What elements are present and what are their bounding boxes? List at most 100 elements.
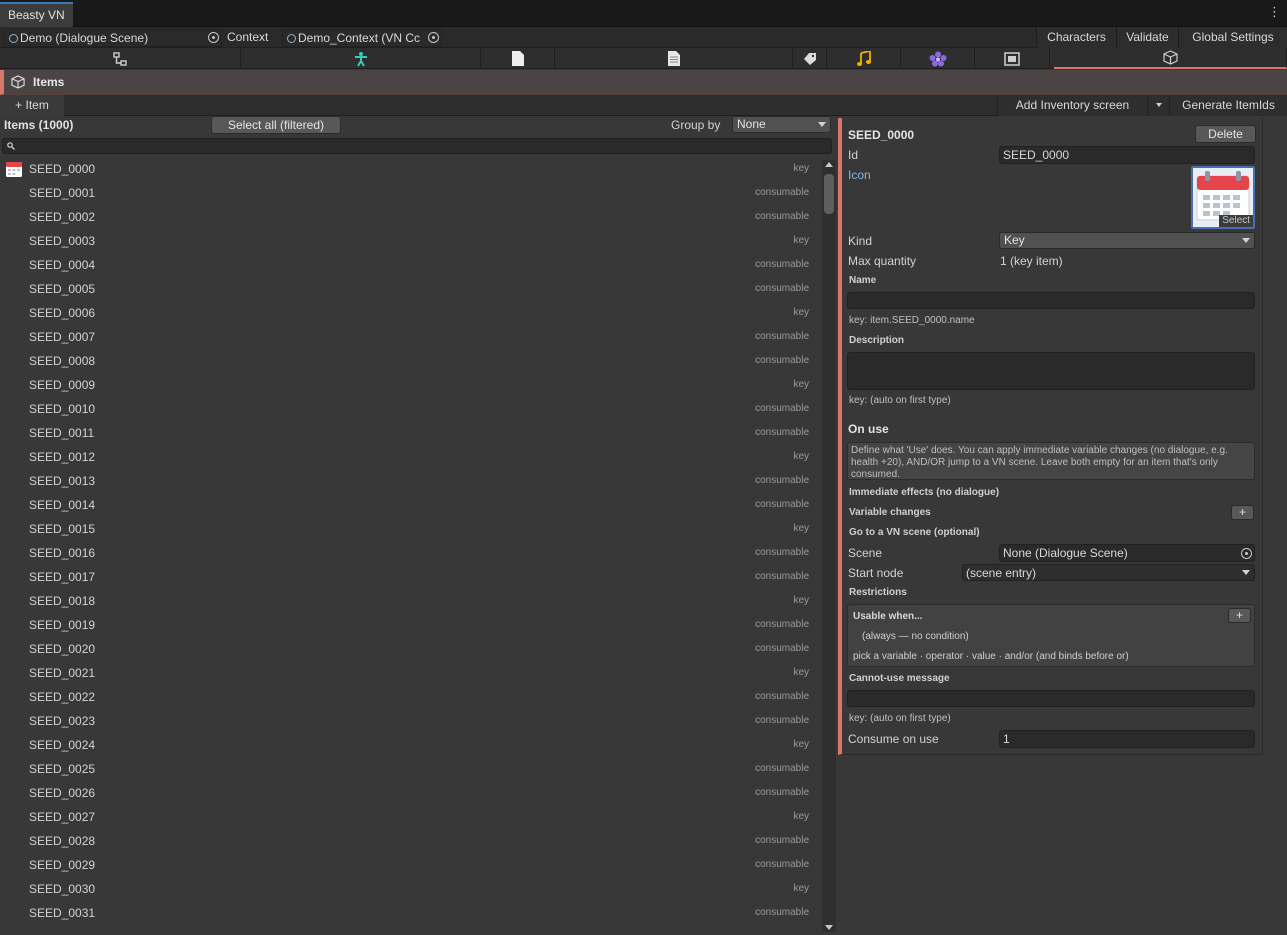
generate-itemids-button[interactable]: Generate ItemIds (1169, 95, 1287, 116)
goto-scene-label: Go to a VN scene (optional) (849, 527, 980, 538)
description-key-hint: key: (auto on first type) (849, 395, 951, 406)
list-item[interactable]: SEED_0005 consumable (0, 277, 822, 301)
tab-items[interactable] (1054, 48, 1287, 69)
items-section-header: Items (0, 70, 1287, 95)
name-field[interactable] (847, 292, 1255, 309)
top-toolbar: Demo (Dialogue Scene) Context Demo_Conte… (0, 27, 1287, 48)
tab-tags[interactable] (793, 48, 827, 69)
item-name: SEED_0023 (29, 714, 96, 728)
consume-on-use-label: Consume on use (848, 732, 939, 746)
window-titlebar: Beasty VN ⋮ (0, 0, 1287, 27)
window-tab[interactable]: Beasty VN (0, 2, 73, 27)
editor-tabbar (0, 48, 1287, 69)
list-item[interactable]: SEED_0021 key (0, 661, 822, 685)
item-kind: consumable (755, 787, 809, 798)
item-kind: key (793, 379, 809, 390)
start-node-dropdown[interactable]: (scene entry) (962, 564, 1255, 581)
list-item[interactable]: SEED_0022 consumable (0, 685, 822, 709)
item-name: SEED_0011 (29, 426, 95, 440)
item-name: SEED_0030 (29, 882, 96, 896)
add-inventory-screen-button[interactable]: Add Inventory screen (997, 95, 1147, 116)
item-name: SEED_0004 (29, 258, 96, 272)
kind-dropdown[interactable]: Key (999, 232, 1255, 249)
item-kind: consumable (755, 619, 809, 630)
list-item[interactable]: SEED_0006 key (0, 301, 822, 325)
items-scrollbar[interactable] (822, 160, 836, 932)
list-item[interactable]: SEED_0003 key (0, 229, 822, 253)
scene-label: Scene (848, 546, 883, 560)
context-object-field[interactable]: Demo_Context (VN Cc (282, 29, 442, 47)
items-count-label: Items (1000) (4, 118, 74, 132)
group-by-dropdown[interactable]: None (732, 116, 831, 133)
item-name: SEED_0026 (29, 786, 96, 800)
document-icon (667, 51, 680, 66)
list-item[interactable]: SEED_0018 key (0, 589, 822, 613)
list-item[interactable]: SEED_0016 consumable (0, 541, 822, 565)
list-item[interactable]: SEED_0017 consumable (0, 565, 822, 589)
id-field[interactable]: SEED_0000 (999, 146, 1255, 164)
scroll-up-arrow-icon[interactable] (825, 162, 833, 167)
search-input[interactable] (2, 138, 832, 154)
add-variable-change-button[interactable]: + (1231, 505, 1254, 520)
item-name: SEED_0007 (29, 330, 96, 344)
list-item[interactable]: SEED_0027 key (0, 805, 822, 829)
tab-effects[interactable] (901, 48, 975, 69)
characters-button[interactable]: Characters (1036, 27, 1116, 48)
list-item[interactable]: SEED_0012 key (0, 445, 822, 469)
tab-audio[interactable] (827, 48, 901, 69)
list-item[interactable]: SEED_0028 consumable (0, 829, 822, 853)
scene-object-field[interactable]: None (Dialogue Scene) (999, 544, 1255, 562)
list-item[interactable]: SEED_0010 consumable (0, 397, 822, 421)
select-all-filtered-button[interactable]: Select all (filtered) (211, 116, 341, 134)
tab-characters[interactable] (241, 48, 481, 69)
list-item[interactable]: SEED_0026 consumable (0, 781, 822, 805)
list-item[interactable]: SEED_0025 consumable (0, 757, 822, 781)
item-name: SEED_0019 (29, 618, 96, 632)
list-item[interactable]: SEED_0004 consumable (0, 253, 822, 277)
description-field[interactable] (847, 352, 1255, 390)
tab-pages[interactable] (481, 48, 555, 69)
scene-picker-icon[interactable] (1241, 548, 1252, 559)
list-item[interactable]: SEED_0014 consumable (0, 493, 822, 517)
list-item[interactable]: SEED_0019 consumable (0, 613, 822, 637)
list-item[interactable]: SEED_0008 consumable (0, 349, 822, 373)
list-item[interactable]: SEED_0015 key (0, 517, 822, 541)
add-item-button[interactable]: + Item (0, 95, 64, 116)
scrollbar-thumb[interactable] (824, 174, 834, 214)
tab-graph[interactable] (0, 48, 241, 69)
list-item[interactable]: SEED_0000 key (0, 157, 822, 181)
restrictions-label: Restrictions (849, 587, 907, 598)
list-item[interactable]: SEED_0009 key (0, 373, 822, 397)
item-kind: key (793, 307, 809, 318)
list-item[interactable]: SEED_0002 consumable (0, 205, 822, 229)
inventory-screen-dropdown[interactable] (1147, 95, 1169, 116)
list-item[interactable]: SEED_0001 consumable (0, 181, 822, 205)
item-name: SEED_0009 (29, 378, 96, 392)
object-picker-icon[interactable] (208, 32, 219, 43)
list-item[interactable]: SEED_0023 consumable (0, 709, 822, 733)
list-item[interactable]: SEED_0031 consumable (0, 901, 822, 925)
list-item[interactable]: SEED_0020 consumable (0, 637, 822, 661)
context-picker-icon[interactable] (428, 32, 439, 43)
cannot-use-field[interactable] (847, 690, 1255, 707)
icon-select-label[interactable]: Select (1219, 215, 1253, 227)
consume-on-use-field[interactable]: 1 (999, 730, 1255, 748)
scene-object-field[interactable]: Demo (Dialogue Scene) (4, 29, 222, 47)
list-item[interactable]: SEED_0024 key (0, 733, 822, 757)
icon-preview[interactable]: Select (1191, 166, 1255, 229)
more-options-icon[interactable]: ⋮ (1268, 5, 1281, 18)
tab-screens[interactable] (975, 48, 1050, 69)
list-item[interactable]: SEED_0029 consumable (0, 853, 822, 877)
list-item[interactable]: SEED_0007 consumable (0, 325, 822, 349)
global-settings-button[interactable]: Global Settings (1178, 27, 1287, 48)
tab-documents[interactable] (555, 48, 793, 69)
box-icon (1162, 50, 1178, 65)
list-item[interactable]: SEED_0013 consumable (0, 469, 822, 493)
scroll-down-arrow-icon[interactable] (825, 925, 833, 930)
delete-button[interactable]: Delete (1195, 125, 1256, 143)
list-item[interactable]: SEED_0011 consumable (0, 421, 822, 445)
validate-button[interactable]: Validate (1116, 27, 1178, 48)
add-condition-button[interactable]: + (1228, 608, 1251, 623)
list-item[interactable]: SEED_0030 key (0, 877, 822, 901)
icon-label: Icon (848, 168, 871, 182)
